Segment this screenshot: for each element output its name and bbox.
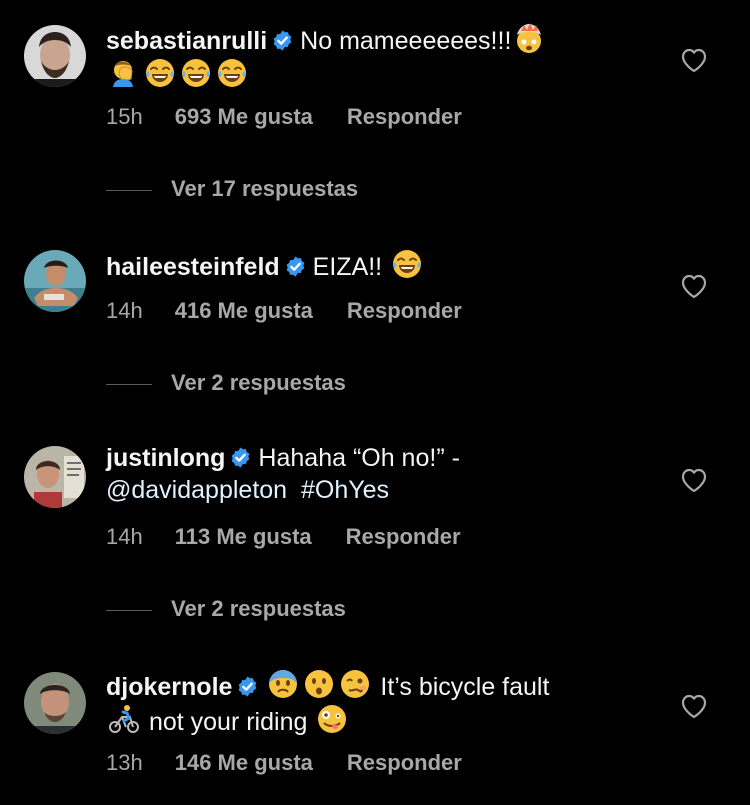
- comment-text: djokernole It’s bicycle fault not your r…: [106, 668, 646, 738]
- comment-timestamp: 14h: [106, 298, 143, 323]
- woozy-emoji: [341, 670, 370, 698]
- view-replies-label: Ver 2 respuestas: [171, 370, 346, 395]
- comment-meta: 13h 146 Me gusta Responder: [106, 750, 462, 776]
- verified-badge-icon: [284, 255, 307, 278]
- avatar[interactable]: [24, 672, 86, 734]
- mention-link[interactable]: @davidappleton: [106, 476, 287, 504]
- comment-timestamp: 15h: [106, 104, 143, 129]
- comment-username[interactable]: justinlong: [106, 444, 225, 472]
- fearful-emoji: [269, 670, 298, 698]
- replies-divider: [106, 383, 152, 385]
- reply-button[interactable]: Responder: [347, 298, 462, 324]
- heart-icon[interactable]: [680, 47, 708, 73]
- comment-likes[interactable]: 146 Me gusta: [175, 750, 313, 776]
- avatar[interactable]: [24, 250, 86, 312]
- comment-text: justinlong Hahaha “Oh no!” - @davidapplet…: [106, 442, 646, 506]
- facepalm-emoji: [113, 61, 133, 87]
- comment-text: sebastianrulli No mameeeeees!!!: [106, 22, 646, 92]
- tears-of-joy-emoji: [391, 248, 423, 280]
- comment-likes[interactable]: 693 Me gusta: [175, 104, 313, 130]
- comment-text: haileesteinfeld EIZA!!: [106, 248, 646, 283]
- comment-meta: 14h 113 Me gusta Responder: [106, 524, 461, 550]
- avatar[interactable]: [24, 446, 86, 508]
- comment-timestamp: 14h: [106, 524, 143, 549]
- comment-username[interactable]: sebastianrulli: [106, 27, 267, 55]
- avatar[interactable]: [24, 25, 86, 87]
- heart-icon[interactable]: [680, 273, 708, 299]
- reply-button[interactable]: Responder: [347, 104, 462, 130]
- verified-badge-icon: [271, 29, 294, 52]
- view-replies-label: Ver 17 respuestas: [171, 176, 359, 201]
- view-replies-button[interactable]: Ver 17 respuestas: [106, 176, 358, 206]
- hashtag-link[interactable]: #OhYes: [301, 476, 389, 504]
- comment-likes[interactable]: 113 Me gusta: [175, 524, 312, 550]
- comment-meta: 14h 416 Me gusta Responder: [106, 298, 462, 324]
- comment-username[interactable]: haileesteinfeld: [106, 253, 280, 281]
- cyclist-emoji: [109, 705, 139, 733]
- view-replies-button[interactable]: Ver 2 respuestas: [106, 370, 346, 400]
- view-replies-label: Ver 2 respuestas: [171, 596, 346, 621]
- comment-body-continued: not your riding: [148, 708, 308, 736]
- exploding-head-emoji: [517, 23, 542, 53]
- heart-icon[interactable]: [680, 693, 708, 719]
- tears-of-joy-emoji: [180, 57, 212, 89]
- reply-button[interactable]: Responder: [346, 524, 461, 550]
- comment-body: Hahaha “Oh no!” -: [258, 444, 460, 472]
- tears-of-joy-emoji: [216, 57, 248, 89]
- reply-button[interactable]: Responder: [347, 750, 462, 776]
- comment-username[interactable]: djokernole: [106, 673, 232, 701]
- verified-badge-icon: [229, 446, 252, 469]
- comment-likes[interactable]: 416 Me gusta: [175, 298, 313, 324]
- tears-of-joy-emoji: [144, 57, 176, 89]
- comment-body: It’s bicycle fault: [380, 673, 550, 701]
- verified-badge-icon: [236, 675, 259, 698]
- heart-icon[interactable]: [680, 467, 708, 493]
- comment-body: No mameeeeees!!!: [300, 27, 512, 55]
- replies-divider: [106, 189, 152, 191]
- comment-body: EIZA!!: [312, 253, 383, 281]
- comment-meta: 15h 693 Me gusta Responder: [106, 104, 462, 130]
- comment-timestamp: 13h: [106, 750, 143, 775]
- view-replies-button[interactable]: Ver 2 respuestas: [106, 596, 346, 626]
- hushed-emoji: [305, 670, 334, 698]
- zany-emoji: [318, 705, 347, 733]
- replies-divider: [106, 609, 152, 611]
